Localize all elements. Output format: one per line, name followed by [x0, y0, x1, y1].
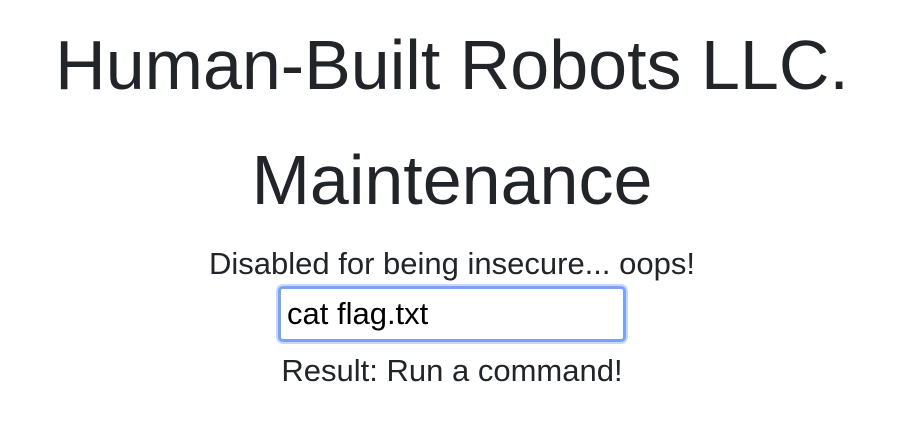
- page-title: Human-Built Robots LLC.: [55, 26, 849, 104]
- command-input[interactable]: [278, 286, 626, 342]
- page: Human-Built Robots LLC. Maintenance Disa…: [0, 0, 920, 422]
- page-subtitle: Maintenance: [251, 141, 653, 219]
- disabled-notice: Disabled for being insecure... oops!: [209, 246, 695, 281]
- result-text: Result: Run a command!: [281, 353, 623, 388]
